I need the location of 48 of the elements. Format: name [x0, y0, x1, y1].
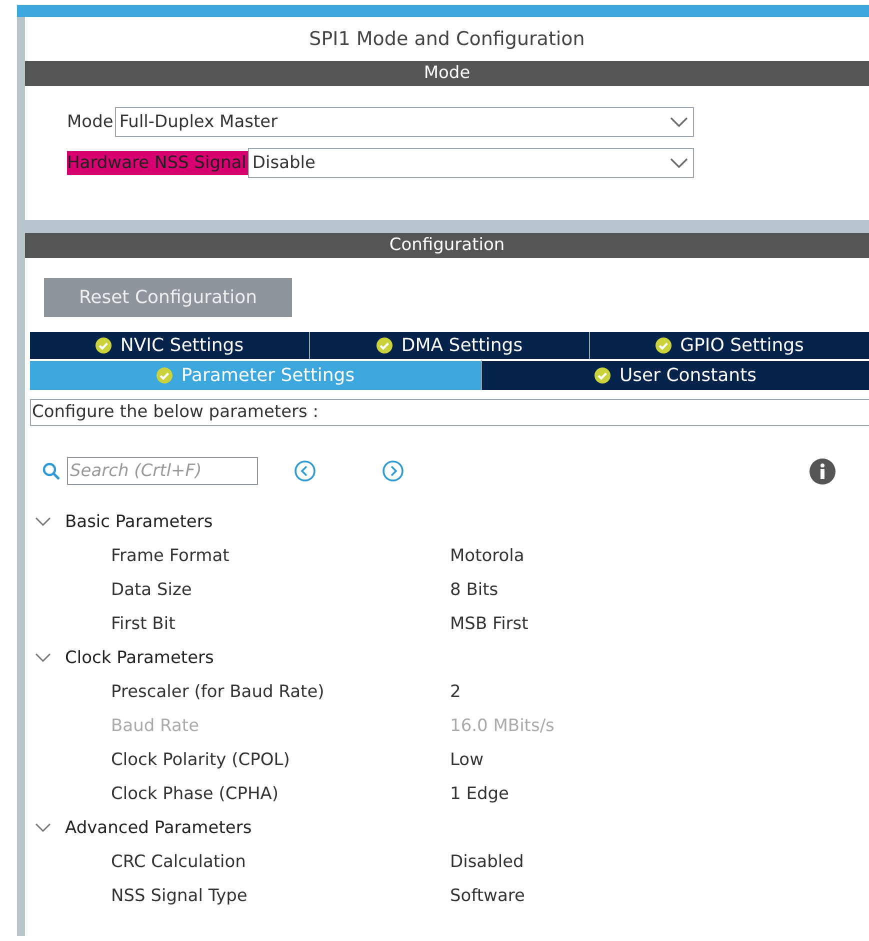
chevron-down-icon[interactable]	[35, 517, 51, 527]
parameter-value: Software	[450, 886, 525, 906]
dropdown[interactable]: Disable	[248, 148, 694, 178]
check-icon	[376, 337, 394, 354]
section-header: Configuration	[25, 233, 869, 258]
parameter-value: Disabled	[450, 852, 524, 872]
parameter-name: Data Size	[111, 580, 193, 600]
previous-icon[interactable]	[294, 460, 316, 482]
dropdown[interactable]: Full-Duplex Master	[115, 107, 694, 137]
parameter-name: CRC Calculation	[111, 852, 247, 872]
parameter-value: 1 Edge	[450, 784, 510, 804]
tab[interactable]: NVIC Settings	[30, 332, 310, 359]
field-label: Mode	[67, 111, 114, 134]
group-label: Basic Parameters	[65, 512, 213, 532]
search-icon	[42, 462, 61, 480]
check-icon	[156, 367, 174, 384]
panel-title: SPI1 Mode and Configuration	[308, 27, 586, 52]
description-text: Configure the below parameters :	[30, 399, 869, 426]
check-icon	[655, 337, 672, 354]
group-label: Clock Parameters	[65, 648, 214, 668]
parameter-value: 8 Bits	[450, 580, 498, 600]
info-icon[interactable]	[809, 458, 836, 484]
chevron-down-icon	[670, 158, 688, 168]
parameter-value: Motorola	[450, 546, 524, 566]
parameter-name: First Bit	[111, 614, 176, 634]
tab[interactable]: User Constants	[482, 359, 869, 390]
parameter-name: Frame Format	[111, 546, 230, 566]
parameter-value: 16.0 MBits/s	[450, 716, 554, 736]
parameter-value: Low	[450, 750, 484, 770]
section-header: Mode	[25, 61, 869, 86]
check-icon	[594, 367, 612, 384]
check-icon	[95, 337, 112, 354]
parameter-name: Baud Rate	[111, 716, 200, 736]
group-label: Advanced Parameters	[65, 818, 252, 838]
tab[interactable]: DMA Settings	[310, 332, 590, 359]
parameter-value: MSB First	[450, 614, 528, 634]
chevron-down-icon	[670, 117, 688, 127]
chevron-down-icon[interactable]	[35, 653, 51, 663]
parameter-name: NSS Signal Type	[111, 886, 248, 906]
parameter-name: Clock Phase (CPHA)	[111, 784, 280, 804]
field-label: Hardware NSS Signal	[67, 151, 248, 175]
parameter-value: 2	[450, 682, 461, 702]
parameter-name: Clock Polarity (CPOL)	[111, 750, 291, 770]
search-field[interactable]: Search (Crtl+F)	[67, 457, 258, 485]
tab[interactable]: GPIO Settings	[590, 332, 869, 359]
parameter-name: Prescaler (for Baud Rate)	[111, 682, 326, 702]
chevron-down-icon[interactable]	[35, 823, 51, 833]
next-icon[interactable]	[382, 460, 404, 482]
